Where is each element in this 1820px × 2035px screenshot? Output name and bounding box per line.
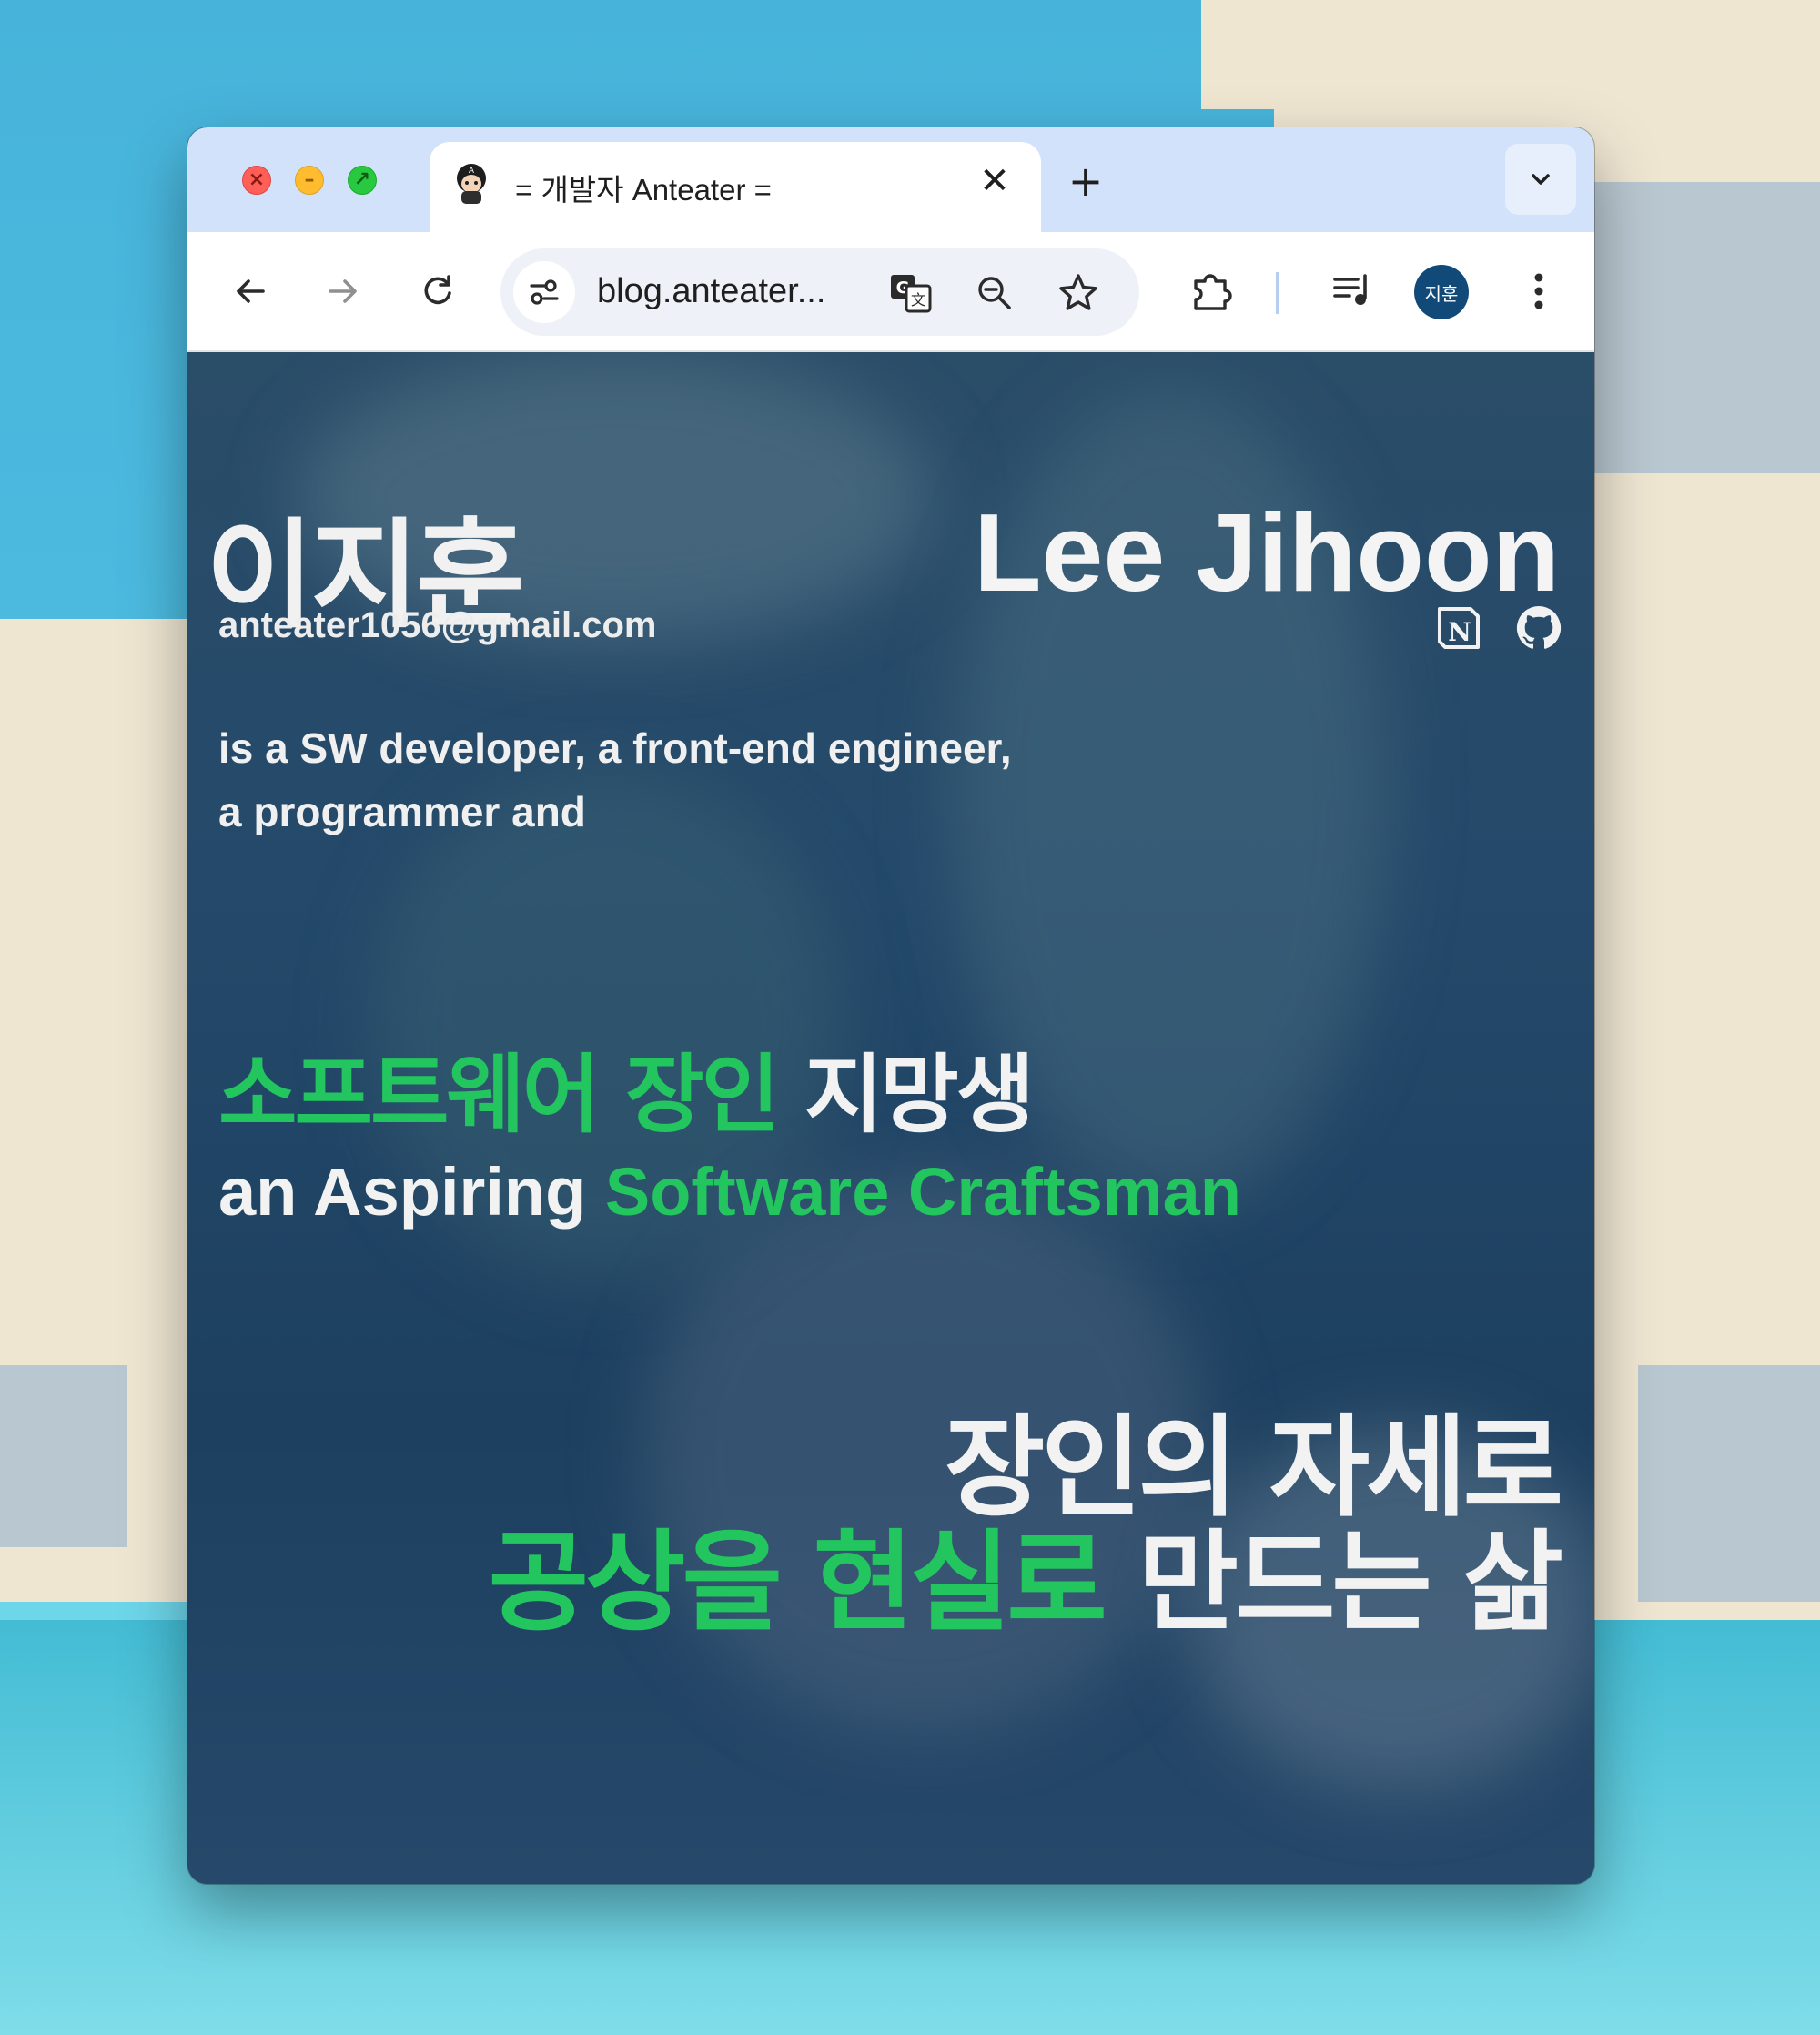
motto-line-1: 장인의 자세로 [944, 1405, 1563, 1532]
tab-title: = 개발자 Anteater = [515, 173, 772, 207]
site-info-button[interactable] [513, 261, 575, 323]
browser-tab[interactable]: A = 개발자 Anteater = ✕ [430, 142, 1041, 233]
motto-highlight: 공상을 현실로 [488, 1520, 1107, 1646]
intro-line: is a SW developer, a front-end engineer, [218, 724, 1012, 772]
intro-text: is a SW developer, a front-end engineer,… [218, 716, 1012, 844]
media-control-button[interactable] [1327, 265, 1380, 318]
svg-text:N: N [1448, 617, 1471, 647]
tab-close-icon[interactable]: ✕ [972, 158, 1017, 204]
slogan-korean-highlight: 소프트웨어 장인 [218, 1046, 780, 1145]
slogan-english: an Aspiring Software Craftsman [218, 1153, 1241, 1230]
translate-icon: G 文 [891, 275, 932, 313]
reload-button[interactable] [411, 265, 464, 318]
browser-menu-button[interactable] [1512, 265, 1565, 318]
wallpaper-cloud [1201, 0, 1820, 109]
slogan-korean: 소프트웨어 장인 지망생 [218, 1026, 1035, 1149]
arrow-right-icon [329, 279, 357, 303]
svg-text:A: A [469, 167, 475, 176]
bookmark-button[interactable] [1054, 268, 1103, 318]
forward-button[interactable] [317, 265, 369, 318]
new-tab-button[interactable]: + [1061, 157, 1110, 206]
arrow-left-icon [237, 279, 265, 303]
tab-search-button[interactable] [1505, 144, 1576, 215]
name-english: Lee Jihoon [974, 491, 1560, 614]
motto: 장인의 자세로 공상을 현실로 만드는 삶 [489, 1405, 1563, 1641]
chevron-down-icon [1532, 174, 1550, 185]
url-text[interactable]: blog.anteater... [597, 272, 825, 311]
tune-icon [530, 279, 559, 305]
browser-window: × – ↗ A = 개발자 Anteater = ✕ + blog.anteat… [187, 127, 1594, 1884]
email-link[interactable]: anteater1056@gmail.com [218, 605, 656, 646]
intro-line: a programmer and [218, 788, 586, 835]
social-links: N [1434, 603, 1563, 653]
github-icon[interactable] [1514, 603, 1563, 653]
slogan-english-prefix: an Aspiring [218, 1154, 605, 1230]
profile-avatar[interactable]: 지훈 [1414, 265, 1469, 319]
slogan-korean-rest: 지망생 [777, 1046, 1035, 1145]
zoom-out-icon [978, 277, 1011, 309]
extensions-button[interactable] [1185, 265, 1238, 318]
wallpaper-cloud [1583, 182, 1820, 473]
address-bar[interactable]: blog.anteater... G 文 [500, 248, 1139, 336]
motto-rest: 만드는 삶 [1103, 1520, 1563, 1646]
reload-icon [424, 275, 451, 305]
page-viewport: 이지훈 Lee Jihoon anteater1056@gmail.com N … [187, 352, 1594, 1884]
hero-section: 이지훈 Lee Jihoon anteater1056@gmail.com N … [187, 352, 1594, 1884]
back-button[interactable] [224, 265, 277, 318]
notion-icon[interactable]: N [1434, 603, 1483, 653]
puzzle-icon [1194, 274, 1232, 310]
browser-toolbar: blog.anteater... G 文 지훈 [187, 232, 1594, 352]
anteater-favicon-icon: A [457, 164, 486, 204]
window-close-button[interactable]: × [242, 166, 271, 195]
more-vert-icon [1534, 273, 1543, 309]
queue-music-icon [1333, 274, 1367, 305]
zoom-button[interactable] [970, 268, 1019, 318]
svg-text:文: 文 [911, 291, 925, 309]
slogan-english-highlight: Software Craftsman [604, 1154, 1241, 1230]
window-fullscreen-button[interactable]: ↗ [348, 166, 377, 195]
star-icon [1059, 274, 1097, 310]
wallpaper-cloud [0, 1365, 127, 1547]
tab-bar: × – ↗ A = 개발자 Anteater = ✕ + [187, 127, 1594, 233]
wallpaper-cloud [1638, 1365, 1820, 1602]
toolbar-divider [1276, 272, 1279, 314]
motto-line-2: 공상을 현실로 만드는 삶 [489, 1526, 1563, 1641]
translate-button[interactable]: G 文 [886, 268, 935, 318]
window-minimize-button[interactable]: – [295, 166, 324, 195]
